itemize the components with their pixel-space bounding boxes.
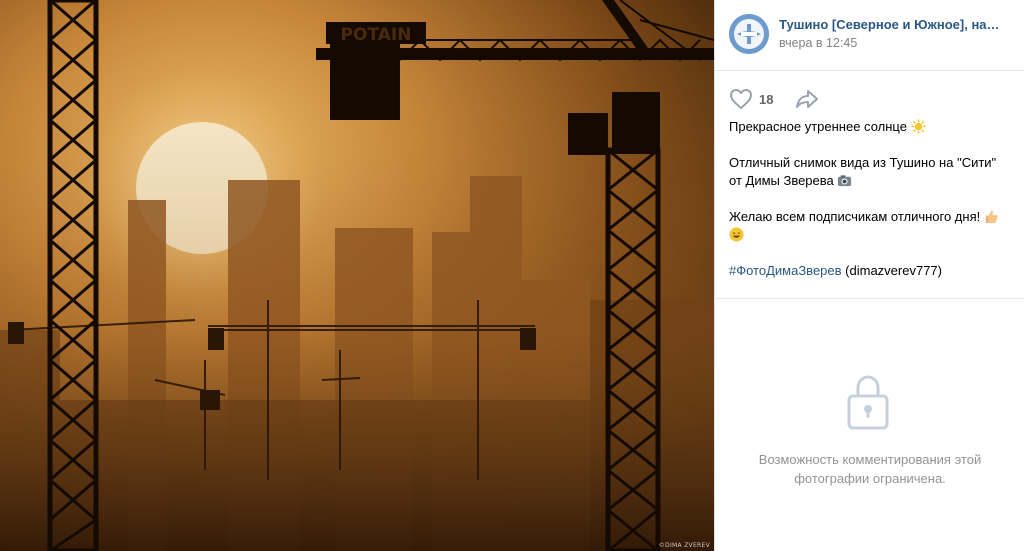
- post-line-2: Отличный снимок вида из Тушино на "Сити"…: [729, 155, 997, 188]
- post-panel: Тушино [Северное и Южное], наде... вчера…: [714, 0, 1024, 551]
- divider: [715, 70, 1024, 71]
- group-avatar[interactable]: [729, 14, 769, 54]
- post-line-3: Желаю всем подписчикам отличного дня!: [729, 208, 1011, 244]
- post-line-4: #ФотоДимаЗверев (dimazverev777): [729, 262, 1011, 280]
- sun-emoji: [911, 119, 926, 134]
- post-text: Прекрасное утреннее солнце Отличный сним…: [729, 118, 1011, 280]
- like-count: 18: [759, 91, 774, 107]
- crane-brand-label: POTAIN: [341, 25, 412, 45]
- camera-emoji: [838, 175, 852, 187]
- lock-icon: [847, 375, 889, 430]
- author-mention: (dimazverev777): [845, 263, 942, 278]
- post-date[interactable]: вчера в 12:45: [779, 35, 1004, 52]
- divider: [715, 298, 1024, 299]
- photo-viewer[interactable]: POTAIN ©DIMA ZVEREV: [0, 0, 714, 551]
- sunrise-photo: POTAIN: [0, 0, 714, 551]
- lock-wrap: [844, 372, 892, 437]
- post-author: Тушино [Северное и Южное], наде... вчера…: [729, 14, 1004, 54]
- post-actions: 18: [729, 88, 819, 110]
- smile-emoji: [729, 227, 744, 242]
- like-button[interactable]: 18: [729, 88, 773, 110]
- post-line-1: Прекрасное утреннее солнце: [729, 118, 1011, 136]
- photo-watermark: ©DIMA ZVEREV: [658, 542, 710, 549]
- share-button[interactable]: [795, 89, 819, 109]
- group-emblem-icon: [729, 14, 769, 54]
- hashtag-link[interactable]: #ФотоДимаЗверев: [729, 263, 842, 278]
- heart-icon: [730, 89, 752, 109]
- share-icon: [796, 90, 819, 108]
- thumbs-up-emoji: [985, 210, 998, 224]
- author-name-link[interactable]: Тушино [Северное и Южное], наде...: [779, 16, 1004, 33]
- comments-restricted-text: Возможность комментирования этой фотогра…: [758, 452, 982, 486]
